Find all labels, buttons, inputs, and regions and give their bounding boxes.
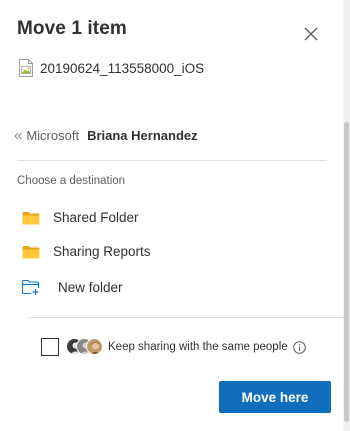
keep-sharing-label: Keep sharing with the same people [108,341,288,353]
destination-item-label: Sharing Reports [53,244,151,259]
image-file-icon [19,59,33,77]
dialog-title: Move 1 item [17,18,127,39]
folder-icon [22,211,40,224]
move-dialog: Move 1 item 20190624_113558000_iOS « Mic… [0,0,350,431]
footer-divider [28,317,344,318]
file-row: 20190624_113558000_iOS [18,59,204,77]
destination-item-label: Shared Folder [53,210,139,225]
divider [17,160,327,161]
scrollbar[interactable] [343,0,350,431]
info-icon[interactable] [292,340,306,354]
avatar [86,338,103,355]
new-folder-label: New folder [58,279,123,295]
new-folder-button[interactable]: New folder [22,279,123,295]
close-icon [304,27,318,41]
move-here-button[interactable]: Move here [219,381,331,413]
folder-icon [22,245,40,258]
destination-item-shared-folder[interactable]: Shared Folder [22,210,139,225]
close-button[interactable] [300,23,322,45]
keep-sharing-checkbox[interactable] [41,338,59,356]
back-chevron-icon[interactable]: « [14,128,22,143]
destination-item-sharing-reports[interactable]: Sharing Reports [22,244,151,259]
scrollbar-thumb[interactable] [344,122,349,422]
destination-label: Choose a destination [17,175,126,187]
breadcrumb-current: Briana Hernandez [87,128,198,143]
shared-people-avatars [66,338,104,356]
new-folder-icon [22,279,40,295]
file-name: 20190624_113558000_iOS [40,60,205,76]
breadcrumb: « Microsoft Briana Hernandez [14,128,198,143]
breadcrumb-parent[interactable]: Microsoft [26,128,79,143]
keep-sharing-row: Keep sharing with the same people [41,338,306,356]
